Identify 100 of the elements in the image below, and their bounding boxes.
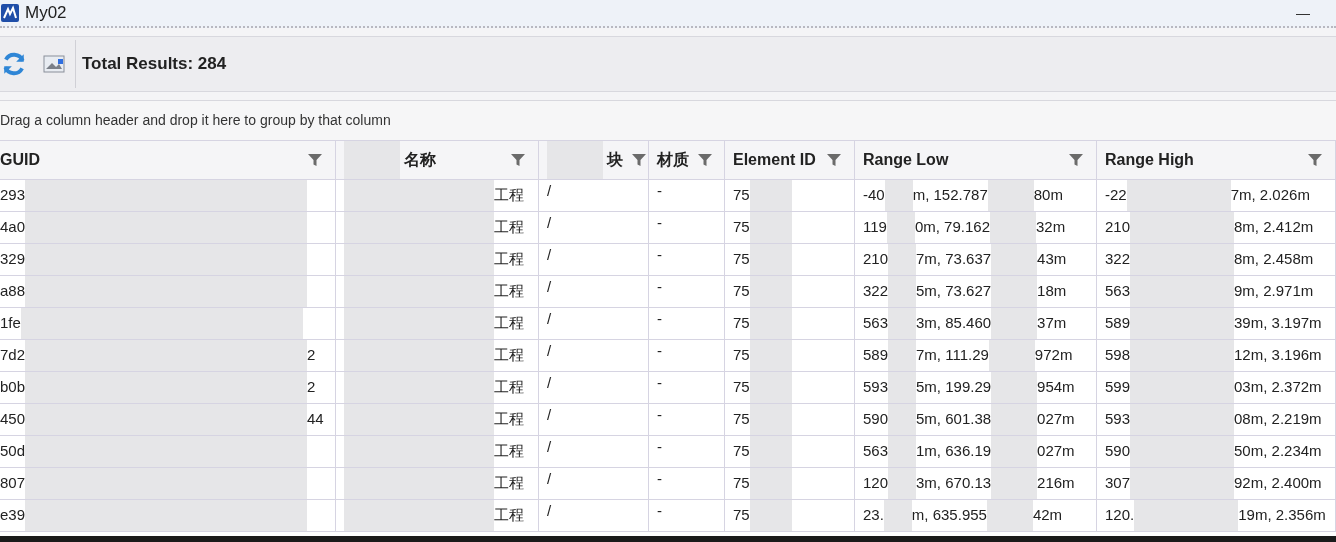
redaction-block — [886, 212, 915, 243]
table-cell-text: 工程 — [494, 185, 524, 206]
table-cell-text: 44 — [307, 409, 324, 430]
table-cell-text: 210 — [1105, 217, 1131, 238]
table-cell-text: 322 — [1105, 249, 1131, 270]
table-cell-text: - — [657, 309, 662, 329]
header-label: GUID — [0, 150, 40, 170]
redaction-block — [883, 500, 912, 531]
column-header[interactable]: Element ID — [725, 141, 855, 179]
table-cell-text: 293 — [0, 185, 26, 206]
filter-icon[interactable] — [1068, 152, 1084, 168]
redaction-block — [884, 180, 913, 211]
table-cell-text: - — [657, 469, 662, 489]
total-results-label: Total Results: 284 — [82, 53, 227, 76]
table-cell-text: 32m — [1036, 217, 1066, 238]
redaction-block — [888, 340, 917, 371]
column-header[interactable]: GUID — [0, 141, 336, 179]
redaction-block — [991, 468, 1038, 499]
header-label: 材质 — [657, 150, 689, 170]
table-cell-text: 7d2 — [0, 345, 26, 366]
filter-icon[interactable] — [307, 152, 323, 168]
filter-icon[interactable] — [826, 152, 842, 168]
column-header[interactable]: 材质 — [649, 141, 725, 179]
image-icon[interactable] — [43, 55, 65, 73]
column-header[interactable]: 名称 — [336, 141, 539, 179]
filter-icon[interactable] — [697, 152, 713, 168]
table-cell-text: a88 — [0, 281, 26, 302]
filter-icon[interactable] — [1307, 152, 1323, 168]
table-cell-text: 954m — [1037, 377, 1075, 398]
header-label: Range Low — [863, 150, 949, 170]
table-cell-text: / — [547, 405, 552, 425]
filter-icon[interactable] — [510, 152, 526, 168]
table-cell-text: / — [547, 341, 552, 361]
table-cell-text: 216m — [1037, 473, 1075, 494]
redaction-block — [991, 244, 1038, 275]
table-cell-text: 75 — [733, 249, 750, 270]
table-cell-text: 4a0 — [0, 217, 26, 238]
table-cell-text: 75 — [733, 281, 750, 302]
table-cell-text: 027m — [1037, 441, 1075, 462]
redaction-block — [888, 308, 917, 339]
filter-icon[interactable] — [631, 152, 647, 168]
refresh-icon[interactable] — [1, 51, 27, 77]
table-cell-text: 19m, 2.356m — [1238, 505, 1326, 526]
table-cell-text: 工程 — [494, 441, 524, 462]
redaction-block — [749, 180, 792, 211]
redaction-block — [749, 212, 792, 243]
table-cell-text: 75 — [733, 217, 750, 238]
redaction-block — [991, 436, 1038, 467]
table-cell-text: 工程 — [494, 377, 524, 398]
table-cell-text: 5m, 199.29 — [916, 377, 992, 398]
redaction-block — [991, 404, 1038, 435]
table-cell-text: 7m, 2.026m — [1230, 185, 1310, 206]
redaction-block — [988, 340, 1035, 371]
redaction-block — [888, 244, 917, 275]
table-cell-text: / — [547, 373, 552, 393]
table-cell-text: 43m — [1037, 249, 1067, 270]
table-cell-text: 1m, 636.19 — [916, 441, 992, 462]
table-cell-text: / — [547, 181, 552, 201]
redaction-block — [749, 308, 792, 339]
table-cell-text: 027m — [1037, 409, 1075, 430]
table-cell-text: b0b — [0, 377, 26, 398]
column-header[interactable]: Range Low — [855, 141, 1097, 179]
table-cell-text: / — [547, 309, 552, 329]
table-cell-text: 5m, 601.38 — [916, 409, 992, 430]
redaction-block — [749, 500, 792, 531]
redaction-block — [888, 372, 917, 403]
table-cell-text: 589 — [1105, 313, 1131, 334]
table-cell-text: 307 — [1105, 473, 1131, 494]
table-cell-text: 75 — [733, 377, 750, 398]
table-cell-text: 92m, 2.400m — [1234, 473, 1322, 494]
redaction-block — [987, 180, 1034, 211]
column-header[interactable]: Range High — [1097, 141, 1336, 179]
table-cell-text: 37m — [1037, 313, 1067, 334]
table-cell-text: 120 — [863, 473, 889, 494]
table-cell-text: 119 — [863, 217, 887, 238]
redaction-block — [986, 500, 1033, 531]
header-label: Range High — [1105, 150, 1194, 170]
table-cell-text: 563 — [863, 313, 889, 334]
app-logo-icon — [1, 4, 19, 22]
table-cell-text: 9m, 2.971m — [1234, 281, 1314, 302]
table-cell-text: 210 — [863, 249, 889, 270]
table-cell-text: 75 — [733, 505, 750, 526]
table-cell-text: 12m, 3.196m — [1234, 345, 1322, 366]
table-cell-text: 18m — [1037, 281, 1067, 302]
table-cell-text: -22 — [1105, 185, 1127, 206]
redaction-block — [888, 436, 917, 467]
table-cell-text: 工程 — [494, 249, 524, 270]
table-cell-text: / — [547, 469, 552, 489]
redaction-block — [749, 404, 792, 435]
table-cell-text: 75 — [733, 473, 750, 494]
table-cell-text: - — [657, 277, 662, 297]
table-cell-text: 23. — [863, 505, 884, 526]
table-cell-text: 42m — [1032, 505, 1063, 526]
redaction-block — [547, 141, 603, 179]
header-label: 块 — [607, 150, 623, 170]
table-cell-text: 75 — [733, 409, 750, 430]
table-cell-text: 3m, 670.13 — [916, 473, 992, 494]
column-header[interactable]: 块 — [539, 141, 649, 179]
minimize-button[interactable]: — — [1296, 2, 1310, 24]
table-cell-text: / — [547, 213, 552, 233]
